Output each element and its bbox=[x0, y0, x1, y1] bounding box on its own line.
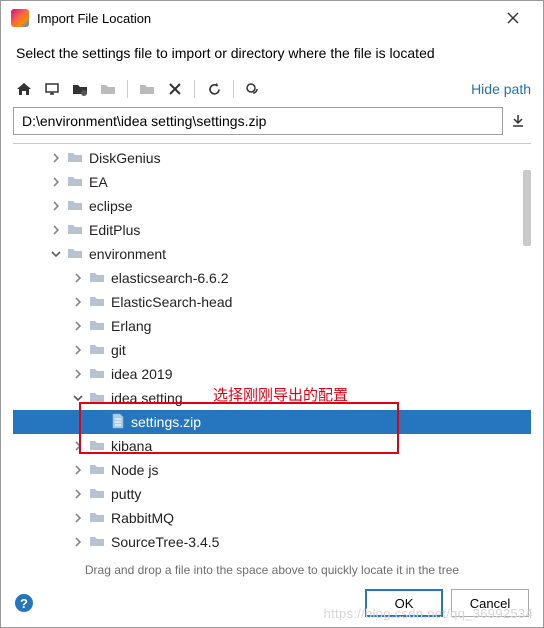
folder-icon bbox=[89, 270, 111, 287]
path-input[interactable] bbox=[13, 107, 503, 135]
chevron-down-icon[interactable] bbox=[49, 247, 63, 261]
folder-icon bbox=[67, 174, 89, 191]
tree-folder-row[interactable]: kibana bbox=[13, 434, 531, 458]
history-button[interactable] bbox=[505, 107, 531, 135]
chevron-right-icon[interactable] bbox=[71, 511, 85, 525]
tree-item-label: putty bbox=[111, 486, 141, 502]
tree-item-label: idea setting bbox=[111, 390, 183, 406]
chevron-right-icon[interactable] bbox=[71, 319, 85, 333]
chevron-right-icon[interactable] bbox=[49, 151, 63, 165]
cancel-button[interactable]: Cancel bbox=[451, 589, 529, 617]
tree-item-label: EditPlus bbox=[89, 222, 140, 238]
folder-icon bbox=[67, 222, 89, 239]
tree-item-label: idea 2019 bbox=[111, 366, 173, 382]
tree-folder-row[interactable]: ElasticSearch-head bbox=[13, 290, 531, 314]
footer: ? OK Cancel bbox=[1, 579, 543, 627]
tree-folder-row[interactable]: idea 2019 bbox=[13, 362, 531, 386]
chevron-right-icon[interactable] bbox=[71, 295, 85, 309]
file-tree[interactable]: DiskGenius EA eclipse EditPlus environment el… bbox=[13, 144, 531, 554]
home-button[interactable] bbox=[13, 78, 35, 100]
titlebar: Import File Location bbox=[1, 1, 543, 35]
tree-folder-row[interactable]: eclipse bbox=[13, 194, 531, 218]
help-button[interactable]: ? bbox=[15, 594, 33, 612]
chevron-right-icon[interactable] bbox=[49, 199, 63, 213]
tree-item-label: DiskGenius bbox=[89, 150, 161, 166]
folder-icon bbox=[89, 462, 111, 479]
toolbar-separator bbox=[127, 80, 128, 98]
ok-button[interactable]: OK bbox=[365, 589, 443, 617]
dialog-subtitle: Select the settings file to import or di… bbox=[1, 35, 543, 75]
tree-item-label: RabbitMQ bbox=[111, 510, 174, 526]
tree-folder-row[interactable]: elasticsearch-6.6.2 bbox=[13, 266, 531, 290]
chevron-right-icon[interactable] bbox=[71, 367, 85, 381]
tree-container: DiskGenius EA eclipse EditPlus environment el… bbox=[13, 143, 531, 561]
chevron-right-icon[interactable] bbox=[71, 271, 85, 285]
chevron-right-icon[interactable] bbox=[71, 535, 85, 549]
hide-path-link[interactable]: Hide path bbox=[471, 81, 531, 97]
close-button[interactable] bbox=[493, 4, 533, 32]
chevron-right-icon[interactable] bbox=[71, 439, 85, 453]
path-row bbox=[13, 107, 531, 135]
tree-folder-row[interactable]: SourceTree-3.4.5 bbox=[13, 530, 531, 554]
toolbar-separator bbox=[194, 80, 195, 98]
tree-item-label: settings.zip bbox=[131, 414, 201, 430]
folder-icon bbox=[89, 294, 111, 311]
tree-item-label: kibana bbox=[111, 438, 152, 454]
toolbar: Hide path bbox=[1, 75, 543, 103]
tree-folder-row[interactable]: git bbox=[13, 338, 531, 362]
folder-icon bbox=[89, 318, 111, 335]
show-hidden-button[interactable] bbox=[242, 78, 264, 100]
tree-folder-row[interactable]: Erlang bbox=[13, 314, 531, 338]
desktop-button[interactable] bbox=[41, 78, 63, 100]
folder-icon bbox=[89, 510, 111, 527]
folder-icon bbox=[89, 342, 111, 359]
chevron-right-icon[interactable] bbox=[49, 175, 63, 189]
scrollbar-thumb[interactable] bbox=[523, 170, 531, 246]
chevron-right-icon[interactable] bbox=[71, 487, 85, 501]
module-button[interactable] bbox=[97, 78, 119, 100]
folder-icon bbox=[67, 150, 89, 167]
tree-item-label: ElasticSearch-head bbox=[111, 294, 232, 310]
tree-item-label: Erlang bbox=[111, 318, 151, 334]
tree-folder-row[interactable]: idea setting bbox=[13, 386, 531, 410]
tree-folder-row[interactable]: EA bbox=[13, 170, 531, 194]
folder-icon bbox=[67, 246, 89, 263]
tree-folder-row[interactable]: Node js bbox=[13, 458, 531, 482]
drag-hint: Drag and drop a file into the space abov… bbox=[1, 563, 543, 577]
project-button[interactable] bbox=[69, 78, 91, 100]
toolbar-separator bbox=[233, 80, 234, 98]
chevron-right-icon[interactable] bbox=[49, 223, 63, 237]
tree-item-label: environment bbox=[89, 246, 166, 262]
tree-folder-row[interactable]: putty bbox=[13, 482, 531, 506]
new-folder-button[interactable] bbox=[136, 78, 158, 100]
close-icon bbox=[507, 12, 519, 24]
folder-icon bbox=[89, 486, 111, 503]
folder-icon bbox=[89, 390, 111, 407]
tree-item-label: Node js bbox=[111, 462, 158, 478]
tree-folder-row[interactable]: RabbitMQ bbox=[13, 506, 531, 530]
app-icon bbox=[11, 9, 29, 27]
tree-item-label: git bbox=[111, 342, 126, 358]
tree-item-label: eclipse bbox=[89, 198, 133, 214]
chevron-down-icon[interactable] bbox=[71, 391, 85, 405]
tree-folder-row[interactable]: DiskGenius bbox=[13, 146, 531, 170]
tree-folder-row[interactable]: environment bbox=[13, 242, 531, 266]
folder-icon bbox=[89, 534, 111, 551]
tree-item-label: elasticsearch-6.6.2 bbox=[111, 270, 229, 286]
window-title: Import File Location bbox=[37, 11, 493, 26]
file-icon bbox=[111, 413, 131, 432]
delete-button[interactable] bbox=[164, 78, 186, 100]
folder-icon bbox=[67, 198, 89, 215]
folder-icon bbox=[89, 438, 111, 455]
tree-file-row[interactable]: settings.zip bbox=[13, 410, 531, 434]
folder-icon bbox=[89, 366, 111, 383]
refresh-button[interactable] bbox=[203, 78, 225, 100]
chevron-right-icon[interactable] bbox=[71, 463, 85, 477]
chevron-right-icon[interactable] bbox=[71, 343, 85, 357]
tree-folder-row[interactable]: EditPlus bbox=[13, 218, 531, 242]
tree-item-label: EA bbox=[89, 174, 108, 190]
tree-item-label: SourceTree-3.4.5 bbox=[111, 534, 219, 550]
